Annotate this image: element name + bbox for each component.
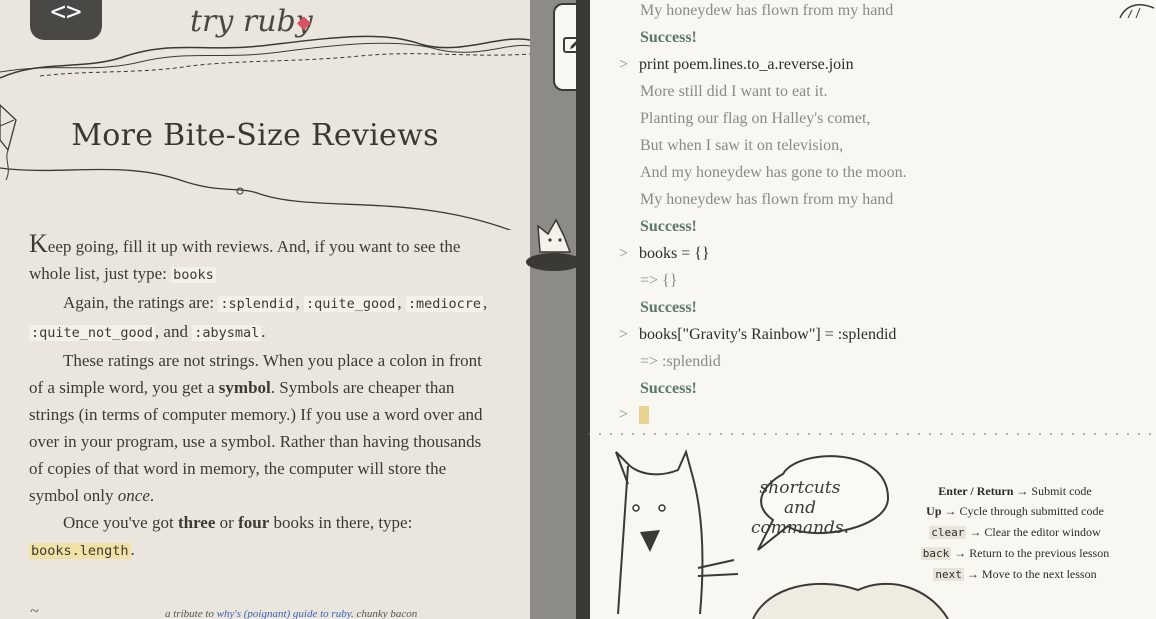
arrow-icon: → (954, 546, 967, 560)
paragraph-end: . (261, 322, 266, 341)
footer-text: . chunky bacon (350, 608, 418, 619)
terminal-prompt: > (619, 245, 629, 262)
terminal-output-line: My honeydew has flown from my hand (640, 2, 894, 19)
paragraph-text: . Symbols are cheaper than strings (in t… (29, 378, 483, 505)
shortcut-description: Clear the editor window (984, 525, 1101, 539)
terminal-output-line: My honeydew has flown from my hand (640, 191, 894, 208)
inline-code[interactable]: :quite_good (303, 296, 398, 312)
emphasis-term: once (117, 486, 150, 505)
shortcut-key: back (920, 547, 952, 560)
shortcut-item: back → Return to the previous lesson (880, 546, 1150, 561)
fox-peeking-illustration (526, 218, 582, 271)
inline-code[interactable]: :quite_not_good (29, 325, 155, 341)
highlighted-code[interactable]: books.length (29, 543, 131, 559)
paragraph-end: . (149, 486, 155, 505)
inline-code[interactable]: :splendid (218, 296, 296, 312)
lesson-paragraph: Again, the ratings are: :splendid, :quit… (29, 289, 489, 347)
shortcut-description: Move to the next lesson (981, 567, 1097, 581)
terminal-success-line: Success! (640, 299, 697, 316)
input-prompt: > (619, 406, 629, 423)
lesson-body: Keep going, fill it up with reviews. And… (29, 230, 489, 565)
shortcut-description: Return to the previous lesson (969, 546, 1110, 560)
arrow-icon: → (1016, 484, 1029, 498)
terminal-prompt: > (619, 56, 629, 73)
lesson-title: More Bite-Size Reviews (71, 118, 439, 153)
bold-term: symbol (218, 378, 271, 397)
bold-term: four (238, 513, 270, 532)
terminal-output-line: And my honeydew has gone to the moon. (640, 164, 907, 181)
separator: , (397, 293, 406, 312)
separator: , and (154, 322, 193, 341)
paragraph-text: Once you've got (63, 513, 178, 532)
speech-bubble-text: shortcuts and commands. (750, 478, 850, 538)
paragraph-text: Again, the ratings are: (63, 293, 219, 312)
shortcut-item: Up → Cycle through submitted code (880, 504, 1150, 519)
separator: , (295, 293, 304, 312)
terminal-command-line: books = {} (639, 245, 710, 262)
terminal-success-line: Success! (640, 218, 697, 235)
brand-name[interactable]: try ruby (190, 4, 313, 39)
paragraph-text: eep going, fill it up with reviews. And,… (29, 237, 461, 283)
lesson-paragraph: books.length. (29, 536, 489, 565)
drop-cap: K (29, 229, 48, 258)
terminal-prompt: > (619, 326, 629, 343)
paragraph-text: books in there, type: (269, 513, 413, 532)
corner-doodle-icon (1119, 4, 1155, 19)
inline-code[interactable]: books (171, 267, 216, 283)
terminal-output-line: => {} (640, 272, 678, 289)
shortcut-description: Cycle through submitted code (959, 504, 1104, 518)
inline-code[interactable]: :abysmal (192, 325, 262, 341)
terminal-output-line: Planting our flag on Halley's comet, (640, 110, 871, 127)
inline-code[interactable]: :mediocre (405, 296, 484, 312)
terminal-output-line: But when I saw it on television, (640, 137, 844, 154)
arrow-icon: → (969, 525, 982, 539)
footer-text: a tribute to (165, 608, 217, 619)
shortcut-item: next → Move to the next lesson (880, 567, 1150, 582)
lesson-paragraph: These ratings are not strings. When you … (29, 347, 489, 509)
ruby-gem-icon: ◆ (297, 12, 311, 32)
footer-note: a tribute to why's (poignant) guide to r… (165, 608, 417, 619)
terminal-success-line: Success! (640, 29, 697, 46)
shortcut-item: clear → Clear the editor window (880, 525, 1150, 540)
code-logo-badge[interactable]: <> (30, 0, 102, 40)
terminal-output-line: More still did I want to eat it. (640, 83, 828, 100)
paragraph-end: . (130, 540, 135, 559)
terminal-success-line: Success! (640, 380, 697, 397)
arrow-icon: → (966, 567, 979, 581)
lesson-pane: <> try ruby ◆ More Bite-Size Reviews Kee… (0, 0, 530, 619)
separator: , (483, 293, 488, 312)
terminal-command-line: print poem.lines.to_a.reverse.join (639, 56, 854, 73)
terminal-command-line: books["Gravity's Rainbow"] = :splendid (639, 326, 897, 343)
shortcut-key: Enter / Return (938, 484, 1014, 498)
lesson-paragraph: Once you've got three or four books in t… (29, 509, 489, 536)
shortcut-key: next (933, 568, 964, 581)
code-input[interactable] (639, 406, 649, 424)
arrow-icon: → (944, 504, 957, 518)
lesson-paragraph: Keep going, fill it up with reviews. And… (29, 230, 489, 289)
terminal-output-line: => :splendid (640, 353, 721, 370)
shortcut-item: Enter / Return → Submit code (880, 484, 1150, 499)
pane-divider[interactable] (530, 0, 580, 619)
help-illustration (588, 433, 1156, 619)
shortcut-description: Submit code (1031, 484, 1092, 498)
shortcut-key: Up (926, 504, 942, 518)
paragraph-text: or (215, 513, 239, 532)
code-brackets-icon: <> (50, 0, 82, 27)
bold-term: three (177, 513, 216, 532)
footer-link[interactable]: why's (poignant) guide to ruby (217, 608, 351, 619)
shortcut-key: clear (929, 526, 967, 539)
footer-signature: ~ (30, 603, 39, 619)
